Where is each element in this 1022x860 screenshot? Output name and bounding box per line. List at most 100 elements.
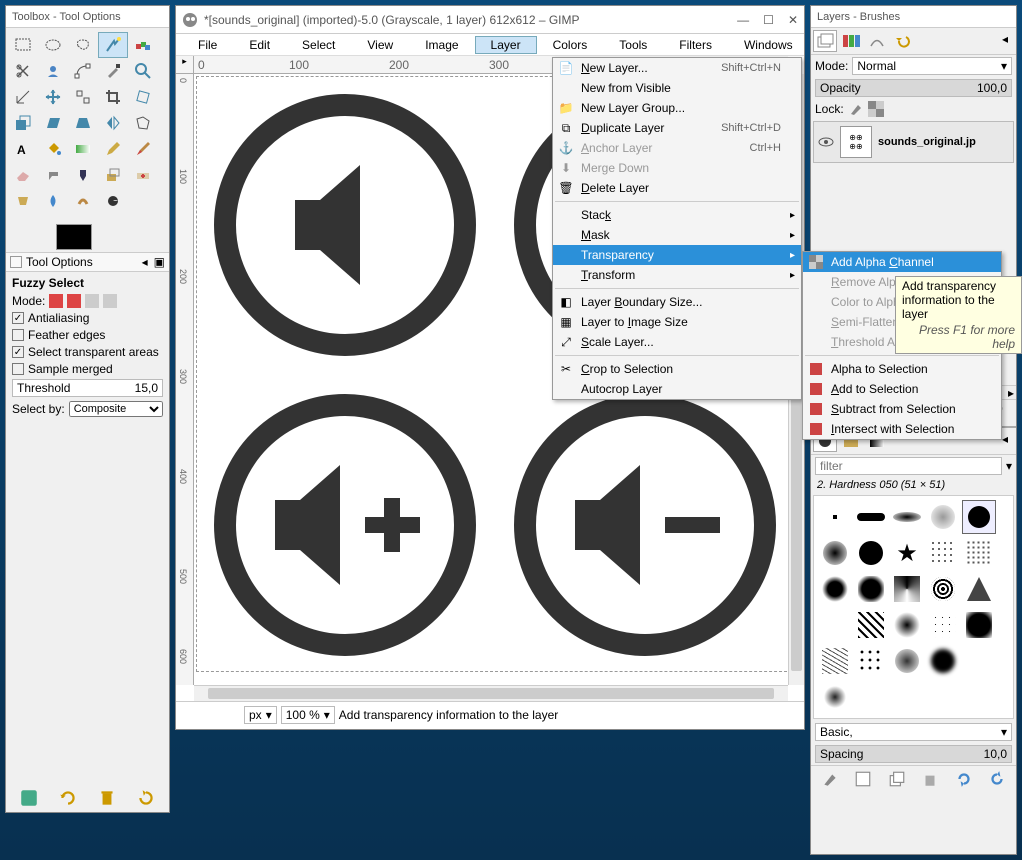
threshold-field[interactable]: Threshold15,0	[12, 379, 163, 397]
crop-tool[interactable]	[98, 84, 128, 110]
menu-subtract-from-selection[interactable]: Subtract from Selection	[803, 399, 1001, 419]
ruler-corner[interactable]: ▸	[176, 56, 194, 74]
lock-alpha-icon[interactable]	[868, 101, 884, 117]
menu-layer-to-image[interactable]: ▦Layer to Image Size	[553, 312, 801, 332]
pencil-tool[interactable]	[98, 136, 128, 162]
shear-tool[interactable]	[38, 110, 68, 136]
menu-select[interactable]: Select	[286, 36, 351, 54]
minimize-button[interactable]: —	[737, 13, 749, 27]
sample-merged-check[interactable]: Sample merged	[12, 362, 163, 376]
duplicate-brush-icon[interactable]	[888, 770, 906, 788]
scale-tool[interactable]	[8, 110, 38, 136]
menu-duplicate-layer[interactable]: ⧉Duplicate LayerShift+Ctrl+D	[553, 118, 801, 138]
brush-filter-input[interactable]	[815, 457, 1002, 475]
brush-item[interactable]	[926, 500, 960, 534]
open-brush-icon[interactable]	[988, 770, 1006, 788]
bucket-fill-tool[interactable]	[38, 136, 68, 162]
close-button[interactable]: ✕	[788, 13, 798, 27]
brush-item[interactable]	[962, 536, 996, 570]
menu-image[interactable]: Image	[409, 36, 474, 54]
new-brush-icon[interactable]	[854, 770, 872, 788]
text-tool[interactable]: A	[8, 136, 38, 162]
mode-intersect[interactable]	[103, 294, 117, 308]
brush-item[interactable]	[818, 680, 852, 714]
menu-crop-to-selection[interactable]: ✂Crop to Selection	[553, 359, 801, 379]
antialiasing-check[interactable]: ✓Antialiasing	[12, 311, 163, 325]
reset-options-icon[interactable]	[136, 788, 156, 808]
free-select-tool[interactable]	[68, 32, 98, 58]
brush-item[interactable]	[854, 608, 888, 642]
brush-item[interactable]	[854, 572, 888, 606]
transparent-check[interactable]: ✓Select transparent areas	[12, 345, 163, 359]
refresh-brush-icon[interactable]	[955, 770, 973, 788]
menu-transparency[interactable]: Transparency▸	[553, 245, 801, 265]
layer-item[interactable]: ⊕⊕⊕⊕ sounds_original.jp	[813, 121, 1014, 163]
feather-check[interactable]: Feather edges	[12, 328, 163, 342]
tab-channels[interactable]	[839, 30, 863, 52]
menu-tools[interactable]: Tools	[603, 36, 663, 54]
menu-scale-layer[interactable]: ⤢Scale Layer...	[553, 332, 801, 352]
restore-options-icon[interactable]	[58, 788, 78, 808]
brush-item[interactable]: ★	[890, 536, 924, 570]
spacing-slider[interactable]: Spacing10,0	[815, 745, 1012, 763]
menu-add-alpha[interactable]: Add Alpha Channel	[803, 252, 1001, 272]
brush-item-selected[interactable]	[962, 500, 996, 534]
brush-item[interactable]	[818, 644, 852, 678]
color-swatch[interactable]	[6, 218, 169, 252]
edit-brush-icon[interactable]	[821, 770, 839, 788]
delete-brush-icon[interactable]	[921, 770, 939, 788]
mode-dropdown[interactable]: Normal▾	[852, 57, 1012, 75]
mode-replace[interactable]	[49, 294, 63, 308]
zoom-tool[interactable]	[128, 58, 158, 84]
menu-view[interactable]: View	[351, 36, 409, 54]
dodge-tool[interactable]	[98, 188, 128, 214]
brush-item[interactable]	[962, 572, 996, 606]
menu-layer-boundary[interactable]: ◧Layer Boundary Size...	[553, 292, 801, 312]
color-select-tool[interactable]	[128, 32, 158, 58]
brush-item[interactable]	[854, 500, 888, 534]
brush-item[interactable]	[926, 536, 960, 570]
menu-new-layer-group[interactable]: 📁New Layer Group...	[553, 98, 801, 118]
tab-undo[interactable]	[891, 30, 915, 52]
brush-item[interactable]	[926, 608, 960, 642]
ellipse-select-tool[interactable]	[38, 32, 68, 58]
scissors-tool[interactable]	[8, 58, 38, 84]
menu-add-to-selection[interactable]: Add to Selection	[803, 379, 1001, 399]
menu-transform[interactable]: Transform▸	[553, 265, 801, 285]
perspective-clone-tool[interactable]	[8, 188, 38, 214]
menu-anchor-layer[interactable]: ⚓Anchor LayerCtrl+H	[553, 138, 801, 158]
select-by-dropdown[interactable]: Composite	[69, 401, 163, 417]
tab-menu-icon[interactable]: ◂	[996, 30, 1014, 52]
mode-subtract[interactable]	[85, 294, 99, 308]
paths-tool[interactable]	[68, 58, 98, 84]
unit-selector[interactable]: px ▾	[244, 706, 277, 724]
move-tool[interactable]	[38, 84, 68, 110]
menu-file[interactable]: File	[182, 36, 233, 54]
perspective-tool[interactable]	[68, 110, 98, 136]
menu-merge-down[interactable]: ⬇Merge Down	[553, 158, 801, 178]
mode-add[interactable]	[67, 294, 81, 308]
brush-item[interactable]	[890, 500, 924, 534]
scrollbar-horizontal[interactable]	[194, 685, 788, 701]
menu-new-from-visible[interactable]: New from Visible	[553, 78, 801, 98]
brush-item[interactable]	[818, 572, 852, 606]
menu-layer[interactable]: Layer	[475, 36, 537, 54]
menu-windows[interactable]: Windows	[728, 36, 809, 54]
cage-tool[interactable]	[128, 110, 158, 136]
ruler-vertical[interactable]: 0 100 200 300 400 500 600	[176, 74, 194, 685]
blur-tool[interactable]	[38, 188, 68, 214]
brush-item[interactable]	[854, 536, 888, 570]
menu-intersect-with-selection[interactable]: Intersect with Selection	[803, 419, 1001, 439]
opacity-slider[interactable]: Opacity100,0	[815, 79, 1012, 97]
eraser-tool[interactable]	[8, 162, 38, 188]
rotate-tool[interactable]	[128, 84, 158, 110]
ink-tool[interactable]	[68, 162, 98, 188]
clone-tool[interactable]	[98, 162, 128, 188]
brush-preset-select[interactable]: Basic,▾	[815, 723, 1012, 741]
brush-item[interactable]	[926, 644, 960, 678]
brush-item[interactable]	[818, 608, 852, 642]
menu-alpha-to-selection[interactable]: Alpha to Selection	[803, 359, 1001, 379]
color-picker-tool[interactable]	[98, 58, 128, 84]
brush-item[interactable]	[890, 608, 924, 642]
foreground-select-tool[interactable]	[38, 58, 68, 84]
